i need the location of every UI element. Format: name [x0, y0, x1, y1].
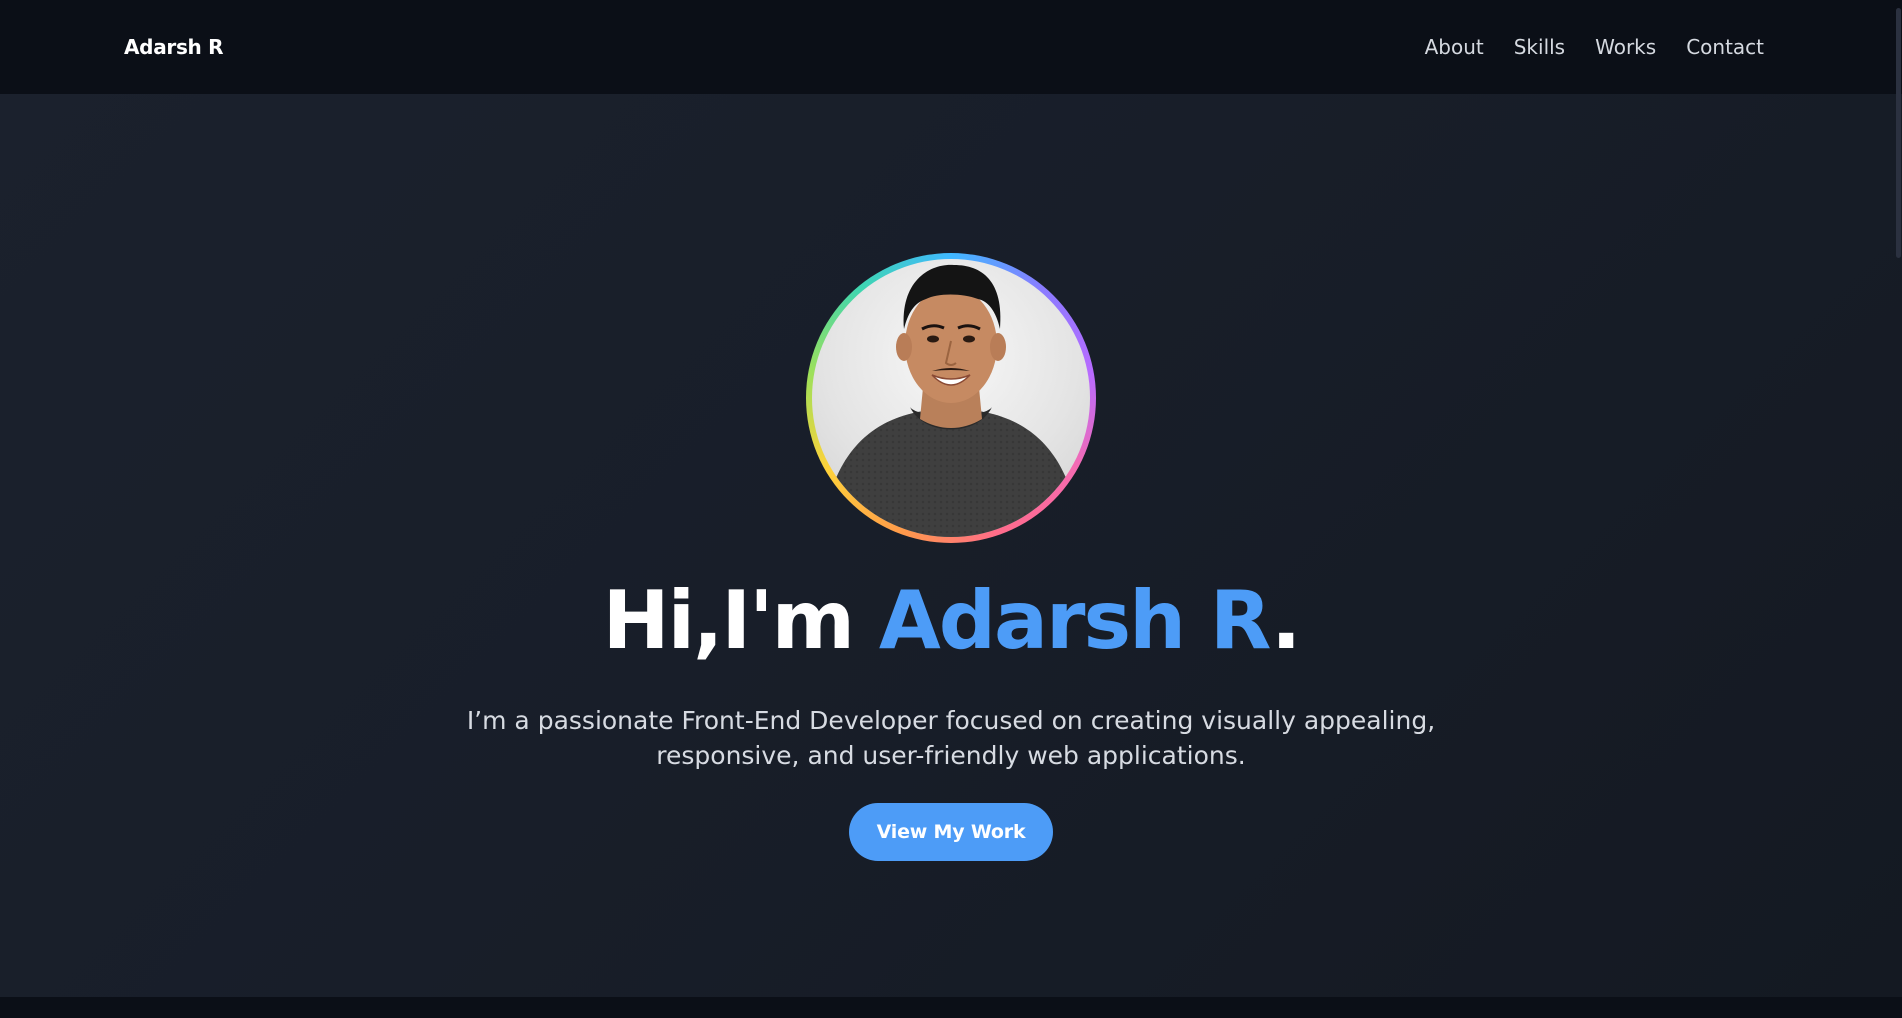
brand-logo-link[interactable]: Adarsh R	[124, 35, 224, 59]
nav-link-about[interactable]: About	[1425, 35, 1484, 59]
nav-link-works[interactable]: Works	[1595, 35, 1656, 59]
view-my-work-button[interactable]: View My Work	[849, 803, 1053, 861]
hero-section: Hi,I'm Adarsh R. I’m a passionate Front-…	[0, 94, 1902, 997]
page-scrollbar[interactable]	[1894, 0, 1902, 1018]
avatar-gradient-ring	[806, 253, 1096, 543]
profile-photo-icon	[822, 264, 1080, 537]
page: Adarsh R About Skills Works Contact Hi,I…	[0, 0, 1902, 1018]
hero-punctuation: .	[1270, 574, 1301, 667]
hero-content: Hi,I'm Adarsh R. I’m a passionate Front-…	[0, 94, 1902, 861]
profile-avatar	[812, 259, 1090, 537]
hero-heading: Hi,I'm Adarsh R.	[603, 581, 1302, 661]
footer-strip	[0, 997, 1902, 1018]
hero-description: I’m a passionate Front-End Developer foc…	[466, 706, 1436, 770]
scrollbar-thumb[interactable]	[1896, 8, 1901, 258]
hero-greeting: Hi,I'm	[602, 574, 879, 667]
nav-link-skills[interactable]: Skills	[1514, 35, 1565, 59]
site-header: Adarsh R About Skills Works Contact	[0, 0, 1902, 94]
main-nav: About Skills Works Contact	[1425, 35, 1764, 59]
nav-link-contact[interactable]: Contact	[1686, 35, 1764, 59]
hero-name: Adarsh R	[878, 574, 1273, 667]
